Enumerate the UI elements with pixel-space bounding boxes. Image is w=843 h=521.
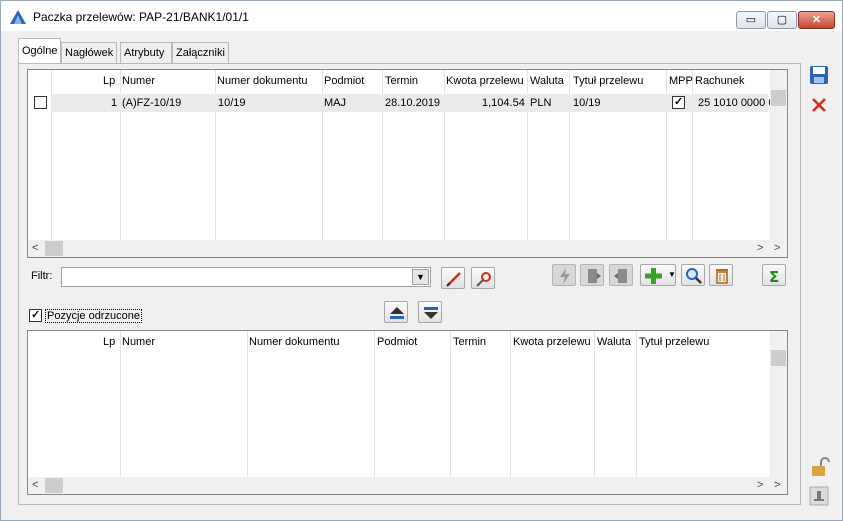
filter-builder-button[interactable] bbox=[471, 267, 495, 289]
move-down-icon bbox=[424, 307, 438, 319]
scroll-right-arrow-icon[interactable]: > bbox=[774, 242, 780, 254]
cell-numer-dokumentu: 10/19 bbox=[218, 97, 246, 109]
maximize-button[interactable]: ▢ bbox=[767, 11, 797, 29]
rejected-grid[interactable]: Lp Numer Numer dokumentu Podmiot Termin … bbox=[27, 330, 788, 495]
cell-mpp-checkbox[interactable] bbox=[672, 95, 685, 109]
col-header-tytul[interactable]: Tytuł przelewu bbox=[573, 75, 643, 87]
move-down-button[interactable] bbox=[418, 301, 442, 323]
move-up-icon bbox=[390, 307, 404, 319]
horizontal-scrollbar[interactable]: < > > bbox=[28, 477, 787, 494]
filter-combobox[interactable]: ▼ bbox=[61, 267, 431, 287]
col-header-mpp[interactable]: MPP bbox=[669, 75, 693, 87]
move-up-button[interactable] bbox=[384, 301, 408, 323]
filter-dropdown-button[interactable]: ▼ bbox=[412, 269, 429, 285]
scroll-thumb[interactable] bbox=[771, 350, 786, 366]
pin-icon bbox=[809, 486, 829, 506]
preview-button[interactable] bbox=[681, 264, 705, 286]
transfers-grid[interactable]: Lp Numer Numer dokumentu Podmiot Termin … bbox=[27, 69, 788, 258]
vertical-scrollbar[interactable] bbox=[770, 331, 787, 479]
svg-text:Σ: Σ bbox=[769, 268, 779, 285]
delete-x-icon bbox=[812, 98, 826, 112]
generate-button[interactable] bbox=[552, 264, 576, 286]
vertical-scrollbar[interactable] bbox=[770, 70, 787, 242]
col-header-numer[interactable]: Numer bbox=[122, 336, 155, 348]
scroll-right-arrow-icon[interactable]: > bbox=[757, 479, 763, 491]
scroll-right-arrow-icon[interactable]: > bbox=[774, 479, 780, 491]
plus-icon bbox=[645, 268, 662, 284]
minimize-icon: ▭ bbox=[745, 14, 757, 26]
pin-button[interactable] bbox=[808, 485, 832, 507]
door-out-icon bbox=[614, 269, 627, 283]
save-button[interactable] bbox=[808, 64, 832, 86]
col-header-waluta[interactable]: Waluta bbox=[530, 75, 564, 87]
door-in-icon bbox=[588, 269, 601, 283]
move-out-button[interactable] bbox=[609, 264, 633, 286]
cell-waluta: PLN bbox=[530, 97, 552, 109]
move-in-button[interactable] bbox=[580, 264, 604, 286]
wrench-icon bbox=[476, 272, 491, 287]
eraser-icon bbox=[446, 272, 461, 287]
col-header-termin[interactable]: Termin bbox=[453, 336, 486, 348]
window-title: Paczka przelewów: PAP-21/BANK1/01/1 bbox=[33, 10, 249, 24]
chevron-down-icon: ▼ bbox=[416, 272, 425, 282]
lightning-icon bbox=[560, 268, 570, 284]
rejected-checkbox-box[interactable] bbox=[29, 308, 42, 322]
row-select-checkbox[interactable] bbox=[34, 96, 47, 109]
col-header-numer[interactable]: Numer bbox=[122, 75, 155, 87]
filter-label: Filtr: bbox=[31, 270, 53, 282]
clear-filter-button[interactable] bbox=[441, 267, 465, 289]
close-button[interactable]: ✕ bbox=[798, 11, 835, 29]
delete-position-button[interactable] bbox=[709, 264, 733, 286]
col-header-tytul[interactable]: Tytuł przelewu bbox=[639, 336, 709, 348]
sum-button[interactable]: Σ bbox=[762, 264, 786, 286]
maximize-icon: ▢ bbox=[776, 14, 788, 26]
col-header-numer-dokumentu[interactable]: Numer dokumentu bbox=[217, 75, 308, 87]
col-header-rachunek[interactable]: Rachunek bbox=[695, 75, 745, 87]
horizontal-scrollbar[interactable]: < > > bbox=[28, 240, 787, 257]
unlock-button[interactable] bbox=[808, 456, 832, 478]
scroll-left-arrow-icon[interactable]: < bbox=[32, 479, 38, 491]
col-header-podmiot[interactable]: Podmiot bbox=[377, 336, 417, 348]
magnifier-icon bbox=[686, 268, 702, 284]
scroll-thumb[interactable] bbox=[45, 478, 63, 493]
rejected-positions-label: Pozycje odrzucone bbox=[45, 309, 142, 323]
cell-podmiot: MAJ bbox=[324, 97, 346, 109]
cell-rachunek: 25 1010 0000 0 bbox=[698, 97, 775, 109]
tab-zalaczniki[interactable]: Załączniki bbox=[172, 42, 229, 64]
add-button[interactable]: ▼ bbox=[640, 264, 676, 286]
cancel-button[interactable] bbox=[808, 94, 832, 116]
col-header-waluta[interactable]: Waluta bbox=[597, 336, 631, 348]
window: Paczka przelewów: PAP-21/BANK1/01/1 ▭ ▢ … bbox=[0, 0, 843, 521]
col-header-kwota[interactable]: Kwota przelewu bbox=[513, 336, 591, 348]
col-header-lp[interactable]: Lp bbox=[103, 336, 115, 348]
padlock-icon bbox=[812, 457, 830, 476]
sigma-icon: Σ bbox=[769, 268, 779, 285]
col-header-lp[interactable]: Lp bbox=[103, 75, 115, 87]
save-icon bbox=[810, 66, 828, 84]
cell-tytul: 10/19 bbox=[573, 97, 601, 109]
close-icon: ✕ bbox=[811, 14, 822, 26]
tab-ogolne[interactable]: Ogólne bbox=[18, 38, 61, 64]
tab-atrybuty[interactable]: Atrybuty bbox=[120, 42, 172, 64]
trash-icon bbox=[716, 269, 728, 284]
scroll-left-arrow-icon[interactable]: < bbox=[32, 242, 38, 254]
cell-lp: 1 bbox=[111, 97, 118, 109]
cell-termin: 28.10.2019 bbox=[385, 97, 441, 109]
chevron-down-icon[interactable]: ▼ bbox=[668, 270, 676, 279]
cell-kwota: 1,104.54 bbox=[482, 97, 525, 109]
app-logo-icon bbox=[9, 9, 27, 25]
col-header-podmiot[interactable]: Podmiot bbox=[324, 75, 364, 87]
tab-naglowek[interactable]: Nagłówek bbox=[61, 42, 117, 64]
scroll-thumb[interactable] bbox=[771, 90, 786, 106]
cell-numer: (A)FZ-10/19 bbox=[122, 97, 182, 109]
title-bar: Paczka przelewów: PAP-21/BANK1/01/1 ▭ ▢ … bbox=[1, 1, 842, 31]
minimize-button[interactable]: ▭ bbox=[736, 11, 766, 29]
col-header-termin[interactable]: Termin bbox=[385, 75, 418, 87]
scroll-thumb[interactable] bbox=[45, 241, 63, 256]
scroll-right-arrow-icon[interactable]: > bbox=[757, 242, 763, 254]
col-header-numer-dokumentu[interactable]: Numer dokumentu bbox=[249, 336, 340, 348]
col-header-kwota[interactable]: Kwota przelewu bbox=[446, 75, 524, 87]
